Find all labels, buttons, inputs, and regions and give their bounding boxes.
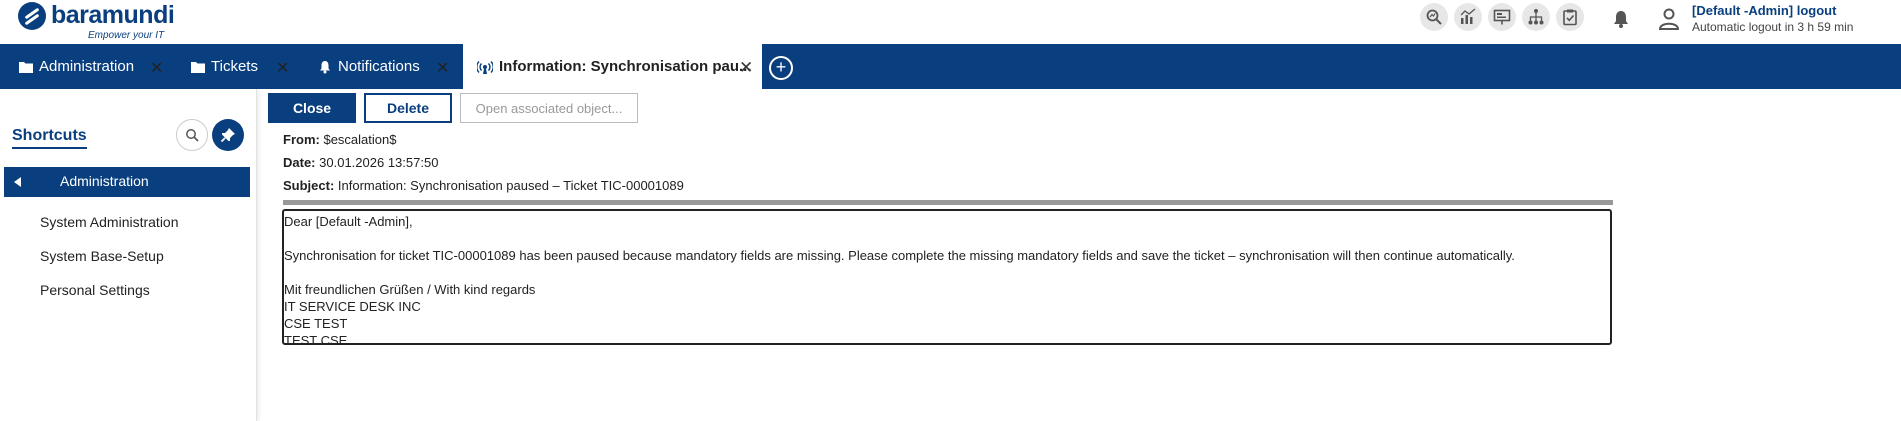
- tab-notifications[interactable]: Notifications: [318, 44, 420, 89]
- shortcuts-sidebar: Shortcuts Administration System Administ…: [0, 89, 257, 421]
- user-info: [Default -Admin] logout Automatic logout…: [1692, 3, 1853, 34]
- tab-information-synchronisation[interactable]: Information: Synchronisation pau... ✕: [463, 44, 762, 89]
- tab-administration[interactable]: Administration: [19, 44, 134, 89]
- subject-value: Information: Synchronisation paused – Ti…: [337, 178, 684, 193]
- message-divider: [283, 200, 1613, 205]
- from-value: $escalation$: [323, 132, 397, 147]
- user-avatar-icon[interactable]: [1656, 6, 1682, 32]
- shortcuts-title: Shortcuts: [12, 127, 87, 149]
- search-icon: [186, 129, 199, 142]
- body-signature-line: IT SERVICE DESK INC: [284, 299, 421, 314]
- sidebar-item-system-base-setup[interactable]: System Base-Setup: [40, 248, 164, 264]
- hierarchy-icon[interactable]: [1522, 3, 1550, 31]
- pin-icon: [220, 128, 235, 143]
- tab-notifications-close-icon[interactable]: ✕: [436, 58, 449, 78]
- sidebar-item-personal-settings[interactable]: Personal Settings: [40, 282, 150, 298]
- chart-icon[interactable]: [1454, 3, 1482, 31]
- search-analytics-icon[interactable]: [1420, 3, 1448, 31]
- tab-label: Administration: [39, 58, 135, 75]
- open-associated-object-button[interactable]: Open associated object...: [460, 93, 638, 123]
- body-signature-line: TEST CSE: [284, 333, 348, 345]
- brand-name: baramundi: [51, 1, 175, 29]
- bell-icon: [320, 60, 330, 73]
- user-name-logout-link[interactable]: [Default -Admin] logout: [1692, 3, 1853, 18]
- tab-information-close-icon[interactable]: ✕: [739, 58, 753, 78]
- message-date: Date: 30.01.2026 13:57:50: [283, 155, 438, 170]
- sidebar-pin-button[interactable]: [212, 119, 244, 151]
- body-paragraph: Synchronisation for ticket TIC-00001089 …: [284, 248, 1515, 263]
- folder-icon: [19, 61, 33, 73]
- delete-button[interactable]: Delete: [364, 93, 452, 123]
- tab-administration-close-icon[interactable]: ✕: [150, 58, 163, 78]
- app-header: baramundi Empower your IT [Default -Admi…: [0, 0, 1901, 44]
- collapse-arrow-icon: [14, 177, 21, 187]
- message-from: From: $escalation$: [283, 132, 396, 147]
- auto-logout-text: Automatic logout in 3 h 59 min: [1692, 20, 1854, 34]
- sidebar-search-button[interactable]: [176, 119, 208, 151]
- tab-tickets-close-icon[interactable]: ✕: [276, 58, 289, 78]
- date-label: Date:: [283, 155, 316, 170]
- body-signature-line: CSE TEST: [284, 316, 348, 331]
- presentation-icon[interactable]: [1488, 3, 1516, 31]
- add-tab-button[interactable]: +: [769, 56, 793, 80]
- message-subject: Subject: Information: Synchronisation pa…: [283, 178, 684, 193]
- tab-label: Information: Synchronisation pau...: [499, 58, 752, 75]
- sidebar-item-system-administration[interactable]: System Administration: [40, 214, 179, 230]
- from-label: From:: [283, 132, 320, 147]
- notification-bell-icon[interactable]: [1610, 8, 1632, 30]
- sidebar-section-administration[interactable]: Administration: [4, 167, 250, 197]
- close-button[interactable]: Close: [268, 93, 356, 123]
- body-greeting: Dear [Default -Admin],: [284, 214, 413, 229]
- broadcast-icon: [477, 60, 493, 74]
- tab-bar: Administration ✕ Tickets ✕ Notifications…: [0, 44, 1901, 89]
- body-regards: Mit freundlichen Grüßen / With kind rega…: [284, 282, 536, 297]
- tab-label: Tickets: [211, 58, 258, 75]
- date-value: 30.01.2026 13:57:50: [319, 155, 439, 170]
- tab-label: Notifications: [338, 58, 420, 75]
- subject-label: Subject:: [283, 178, 335, 193]
- folder-icon: [191, 61, 205, 73]
- message-body: Dear [Default -Admin], Synchronisation f…: [282, 209, 1612, 345]
- brand-tagline: Empower your IT: [88, 30, 165, 41]
- baramundi-logo-icon: [18, 2, 46, 30]
- clipboard-check-icon[interactable]: [1556, 3, 1584, 31]
- sidebar-section-label: Administration: [60, 173, 149, 189]
- baramundi-logo[interactable]: baramundi Empower your IT: [18, 1, 188, 42]
- header-tool-icons: [1420, 3, 1584, 35]
- tab-tickets[interactable]: Tickets: [191, 44, 258, 89]
